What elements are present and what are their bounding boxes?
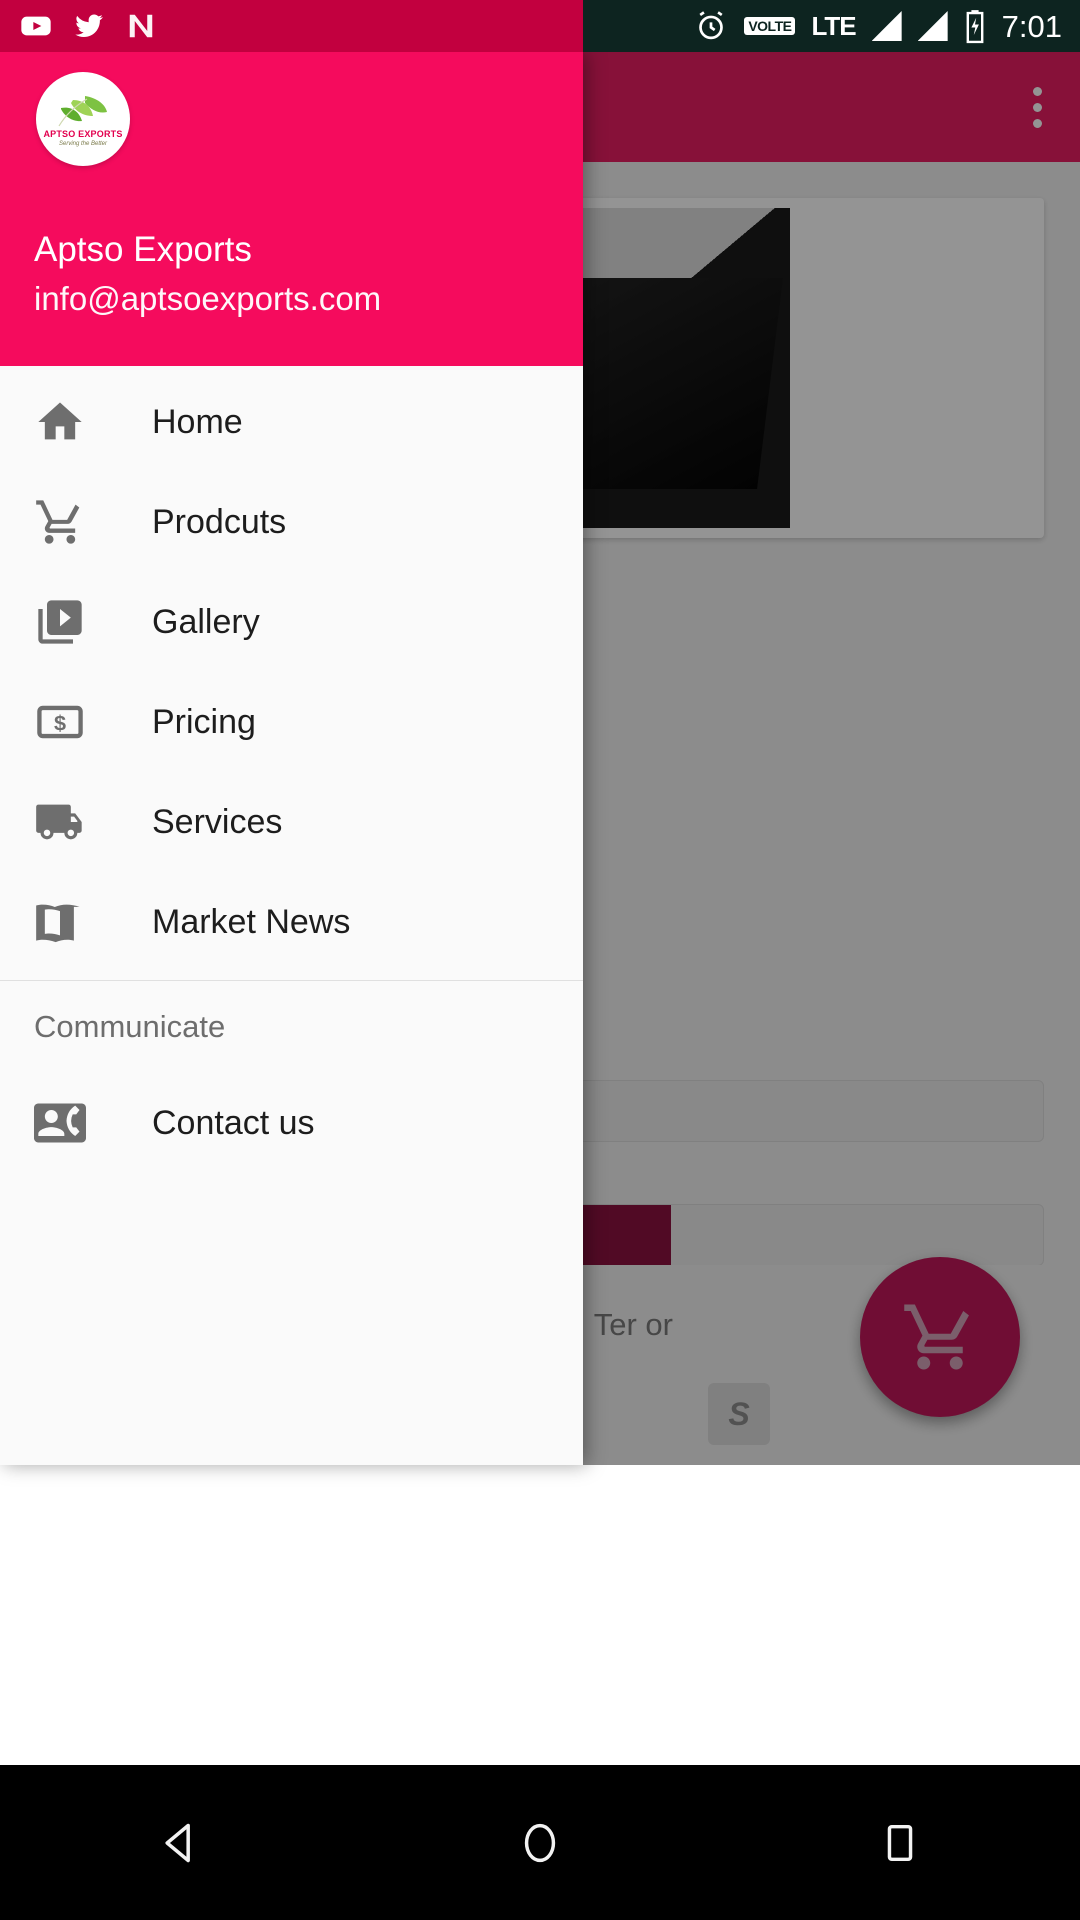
- status-bar-system-icons: VOLTE LTE 7:01: [694, 0, 1062, 52]
- twitter-icon: [74, 11, 104, 41]
- youtube-icon: [20, 10, 52, 42]
- navigation-drawer: APTSO EXPORTS Serving the Better Aptso E…: [0, 52, 583, 1465]
- sidebar-item-contact-us[interactable]: Contact us: [0, 1073, 583, 1173]
- leaf-icon: [58, 95, 107, 126]
- sidebar-item-prodcuts[interactable]: Prodcuts: [0, 472, 583, 572]
- news-icon: [126, 11, 156, 41]
- alarm-icon: [694, 9, 728, 43]
- account-name: Aptso Exports: [34, 230, 252, 269]
- logo-tagline-text: Serving the Better: [58, 140, 108, 147]
- sidebar-item-services[interactable]: Services: [0, 772, 583, 872]
- sidebar-item-home[interactable]: Home: [0, 372, 583, 472]
- battery-charging-icon: [964, 8, 986, 44]
- sidebar-item-market-news[interactable]: Market News: [0, 872, 583, 972]
- volte-icon: VOLTE: [744, 17, 796, 35]
- delivery-truck-icon: [30, 792, 90, 852]
- clock-time: 7:01: [1001, 8, 1062, 44]
- status-bar-notification-icons: [20, 0, 156, 52]
- home-icon: [30, 392, 90, 452]
- signal-bars-sim2-icon: [917, 11, 948, 41]
- sidebar-item-label: Pricing: [152, 702, 256, 741]
- shopping-cart-icon: [30, 492, 90, 552]
- home-circle-icon[interactable]: [480, 1765, 600, 1920]
- video-library-icon: [30, 592, 90, 652]
- sidebar-item-label: Gallery: [152, 602, 260, 641]
- sidebar-item-label: Contact us: [152, 1103, 315, 1142]
- logo-name-text: APTSO EXPORTS: [43, 128, 123, 139]
- back-triangle-icon[interactable]: [120, 1765, 240, 1920]
- drawer-section-header: Communicate: [34, 1009, 226, 1044]
- open-book-icon: [30, 892, 90, 952]
- sidebar-item-label: Market News: [152, 902, 351, 941]
- svg-text:$: $: [54, 711, 66, 736]
- system-navigation-bar: [0, 1765, 1080, 1920]
- contact-phone-icon: [30, 1093, 90, 1153]
- sidebar-item-label: Home: [152, 402, 243, 441]
- drawer-menu-list: Home Prodcuts Gallery $ Pricing Services…: [0, 366, 583, 1465]
- sidebar-item-label: Services: [152, 802, 283, 841]
- aptso-leaf-logo: APTSO EXPORTS Serving the Better: [36, 72, 130, 166]
- sidebar-item-pricing[interactable]: $ Pricing: [0, 672, 583, 772]
- signal-bars-sim1-icon: [871, 11, 902, 41]
- recents-square-icon[interactable]: [840, 1765, 960, 1920]
- status-bar: VOLTE LTE 7:01: [0, 0, 1080, 52]
- sidebar-item-label: Prodcuts: [152, 502, 287, 541]
- money-dollar-icon: $: [30, 692, 90, 752]
- sidebar-item-gallery[interactable]: Gallery: [0, 572, 583, 672]
- account-email: info@aptsoexports.com: [34, 280, 382, 317]
- lte-label: LTE: [811, 11, 856, 41]
- drawer-header: APTSO EXPORTS Serving the Better Aptso E…: [0, 52, 583, 366]
- phone-screen: oducts ex… ivacy Policy | Ter or S: [0, 0, 1080, 1920]
